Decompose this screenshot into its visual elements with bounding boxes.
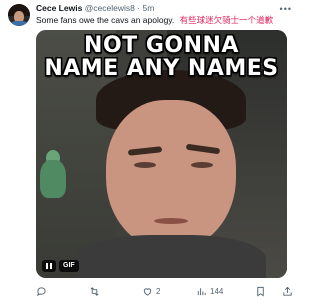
gif-caption-line2: NAME ANY NAMES [44, 56, 279, 81]
gif-badge: GIF [59, 260, 79, 272]
separator: · [137, 3, 141, 13]
share-icon [283, 286, 292, 296]
tweet-header: Cece Lewis @cecelewis8 · 5m [36, 3, 154, 14]
person-eye [191, 162, 213, 168]
pause-icon[interactable] [42, 260, 56, 272]
media-controls: GIF [42, 260, 79, 272]
author-handle[interactable]: @cecelewis8 [85, 3, 135, 13]
gif-caption-line1: NOT GONNA [84, 33, 239, 58]
person-mouth [154, 218, 188, 224]
tweet-text: Some fans owe the cavs an apology. 有些球迷欠… [36, 15, 273, 26]
person-eye [134, 162, 156, 168]
tweet-body: Some fans owe the cavs an apology. [36, 15, 175, 25]
reply-button[interactable] [36, 286, 50, 297]
bookmark-icon [257, 286, 264, 297]
more-options-icon[interactable]: ••• [280, 4, 292, 14]
person-shirt [76, 235, 266, 278]
bookmark-button[interactable] [255, 286, 266, 297]
avatar[interactable] [8, 4, 30, 26]
like-button[interactable]: 2 [142, 286, 160, 297]
views-button[interactable]: 144 [196, 286, 223, 297]
retweet-button[interactable] [89, 286, 103, 297]
person-face [106, 100, 236, 250]
tweet[interactable]: Cece Lewis @cecelewis8 · 5m ••• Some fan… [0, 0, 300, 306]
author-name[interactable]: Cece Lewis [36, 3, 82, 13]
views-icon [197, 288, 206, 296]
share-button[interactable] [282, 286, 293, 297]
gif-media[interactable]: NOT GONNA NAME ANY NAMES GIF [36, 30, 287, 278]
reply-icon [37, 287, 46, 297]
tweet-translation: 有些球迷欠骑士一个道歉 [179, 15, 274, 25]
timestamp[interactable]: 5m [142, 3, 154, 13]
action-bar: 2 144 [36, 286, 294, 300]
heart-icon [143, 288, 152, 296]
avatar-shirt [10, 21, 28, 26]
like-count: 2 [156, 287, 161, 296]
views-count: 144 [210, 287, 224, 296]
background-figure [40, 160, 66, 198]
retweet-icon [90, 287, 99, 296]
